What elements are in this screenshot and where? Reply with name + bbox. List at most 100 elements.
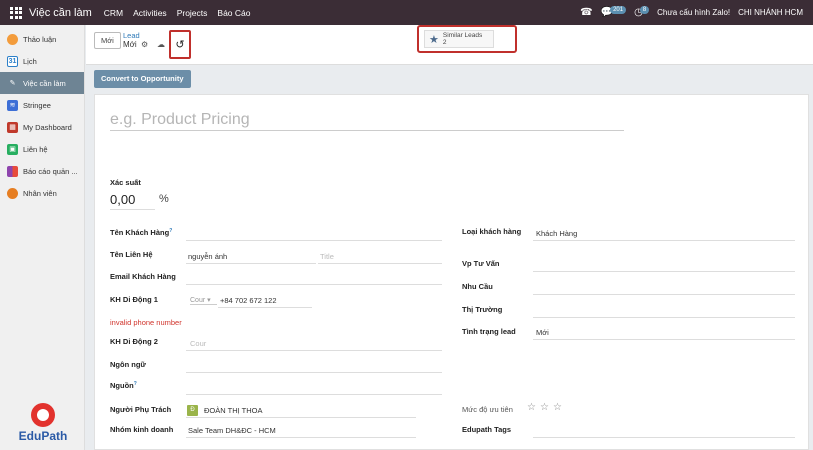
breadcrumb-current: Mới xyxy=(123,40,137,49)
lead-name-input[interactable]: e.g. Product Pricing xyxy=(110,111,624,131)
market-label: Thị Trường xyxy=(462,305,503,314)
language-select[interactable] xyxy=(186,372,442,373)
sidebar-item-label: Lịch xyxy=(23,56,37,66)
similar-leads-button[interactable]: ★ Similar Leads 2 xyxy=(424,30,494,48)
email-label: Email Khách Hàng xyxy=(110,272,176,281)
phone-error-message: invalid phone number xyxy=(110,318,182,327)
contact-name-label: Tên Liên Hệ xyxy=(110,250,153,259)
sidebar-item-stringee[interactable]: ≋ Stringee xyxy=(0,94,84,116)
mobile1-country-select[interactable]: Cour ▾ xyxy=(190,296,217,305)
source-label: Nguồn? xyxy=(110,381,137,390)
company-switcher[interactable]: CHI NHÁNH HCM xyxy=(738,8,803,17)
need-label: Nhu Cầu xyxy=(462,282,493,291)
priority-star-2-icon[interactable]: ☆ xyxy=(540,402,549,413)
probability-unit: % xyxy=(159,193,169,205)
sidebar-item-label: Việc cần làm xyxy=(23,78,66,88)
sidebar-item-dashboard[interactable]: ▦ My Dashboard xyxy=(0,116,84,138)
app-name[interactable]: Việc cần làm xyxy=(29,7,92,19)
logo-text: EduPath xyxy=(18,429,68,443)
sidebar-item-discuss[interactable]: Thảo luận xyxy=(0,28,84,50)
sidebar-item-label: Báo cáo quản ... xyxy=(23,166,78,176)
breadcrumb-parent[interactable]: Lead xyxy=(123,31,140,40)
need-select[interactable] xyxy=(533,294,795,295)
menu-projects[interactable]: Projects xyxy=(177,8,208,18)
sales-team-label: Nhóm kinh doanh xyxy=(110,425,174,434)
probability-label: Xác suất xyxy=(110,178,141,187)
customer-name-label: Tên Khách Hàng? xyxy=(110,228,173,237)
source-select[interactable] xyxy=(186,394,442,395)
phone-icon[interactable]: ☎ xyxy=(580,7,592,18)
status-bar: Convert to Opportunity xyxy=(86,65,813,93)
dashboard-icon: ▦ xyxy=(7,121,18,133)
lead-status-select[interactable]: Mới xyxy=(536,328,549,337)
sidebar-item-contacts[interactable]: ▣ Liên hệ xyxy=(0,138,84,160)
sidebar-item-label: Thảo luận xyxy=(23,34,57,44)
mobile1-label: KH Di Động 1 xyxy=(110,295,158,304)
top-navbar: Việc cần làm CRM Activities Projects Báo… xyxy=(0,0,813,25)
title-input[interactable]: Title xyxy=(320,252,334,261)
salesperson-label: Người Phụ Trách xyxy=(110,405,172,414)
menu-activities[interactable]: Activities xyxy=(133,8,167,18)
priority-star-3-icon[interactable]: ☆ xyxy=(553,402,562,413)
calendar-icon: 31 xyxy=(7,55,18,67)
star-icon: ★ xyxy=(429,33,439,46)
stringee-icon: ≋ xyxy=(7,99,18,111)
market-select[interactable] xyxy=(533,317,795,318)
mobile1-input[interactable]: +84 702 672 122 xyxy=(220,296,277,305)
similar-leads-highlight: ★ Similar Leads 2 xyxy=(417,25,517,53)
email-input[interactable] xyxy=(186,284,442,285)
messages-badge: 201 xyxy=(610,6,627,14)
sidebar-item-calendar[interactable]: 31 Lịch xyxy=(0,50,84,72)
app-menu-icon[interactable] xyxy=(10,6,24,19)
tags-label: Edupath Tags xyxy=(462,425,512,434)
form-sheet: e.g. Product Pricing Xác suất 0,00 % Tên… xyxy=(94,94,809,450)
discard-highlight: ↺ xyxy=(169,30,191,59)
mobile2-input[interactable]: Cour xyxy=(190,339,206,348)
contact-name-input[interactable]: nguyễn ánh xyxy=(188,252,227,261)
activities-badge: 8 xyxy=(639,6,650,14)
convert-to-opportunity-button[interactable]: Convert to Opportunity xyxy=(94,70,191,88)
lead-status-label: Tình trạng lead xyxy=(462,327,516,336)
consultant-select[interactable] xyxy=(533,271,795,272)
priority-label: Mức độ ưu tiên xyxy=(462,405,513,414)
tags-input[interactable] xyxy=(533,437,795,438)
sidebar-item-employees[interactable]: Nhân viên xyxy=(0,182,84,204)
employees-icon xyxy=(7,187,18,199)
contacts-icon: ▣ xyxy=(7,143,18,155)
new-button[interactable]: Mới xyxy=(94,32,121,49)
probability-input[interactable]: 0,00 xyxy=(110,192,135,207)
sidebar-item-label: My Dashboard xyxy=(23,122,72,132)
priority-star-1-icon[interactable]: ☆ xyxy=(527,402,536,413)
menu-reports[interactable]: Báo Cáo xyxy=(217,8,250,18)
discuss-icon xyxy=(7,33,18,45)
todo-icon: ✎ xyxy=(9,80,16,87)
mobile2-label: KH Di Động 2 xyxy=(110,337,158,346)
customer-type-label: Loại khách hàng xyxy=(462,227,522,236)
messages-icon[interactable]: 💬201 xyxy=(601,6,627,18)
sidebar-item-label: Stringee xyxy=(23,100,51,110)
sidebar-item-reports[interactable]: Báo cáo quản ... xyxy=(0,160,84,182)
gear-icon[interactable]: ⚙ xyxy=(141,40,148,49)
sidebar-item-label: Nhân viên xyxy=(23,188,57,198)
similar-leads-label: Similar Leads xyxy=(442,32,483,39)
similar-leads-count: 2 xyxy=(442,39,447,46)
salesperson-avatar: Đ xyxy=(187,405,198,416)
sales-team-input[interactable]: Sale Team DH&ĐC - HCM xyxy=(188,426,276,435)
discard-icon[interactable]: ↺ xyxy=(175,38,184,51)
sidebar-item-label: Liên hệ xyxy=(23,144,48,154)
control-panel: Mới Lead Mới ⚙ ☁ ↺ ★ Similar Leads 2 xyxy=(86,25,813,65)
salesperson-input[interactable]: ĐOÀN THỊ THOA xyxy=(204,406,262,415)
sidebar-item-todo[interactable]: ✎ Việc cần làm xyxy=(0,72,84,94)
consultant-label: Vp Tư Vấn xyxy=(462,259,500,268)
edupath-logo-icon xyxy=(31,403,55,427)
language-label: Ngôn ngữ xyxy=(110,360,146,369)
company-logo: EduPath xyxy=(18,403,68,443)
activities-icon[interactable]: ◷8 xyxy=(634,6,650,18)
zalo-status[interactable]: Chưa cấu hình Zalo! xyxy=(657,8,730,17)
sidebar: Thảo luận 31 Lịch ✎ Việc cần làm ≋ Strin… xyxy=(0,25,85,450)
save-cloud-icon[interactable]: ☁ xyxy=(157,40,165,49)
customer-name-input[interactable] xyxy=(186,240,442,241)
menu-crm[interactable]: CRM xyxy=(104,8,123,18)
customer-type-select[interactable]: Khách Hàng xyxy=(536,229,577,238)
report-icon xyxy=(7,165,18,177)
